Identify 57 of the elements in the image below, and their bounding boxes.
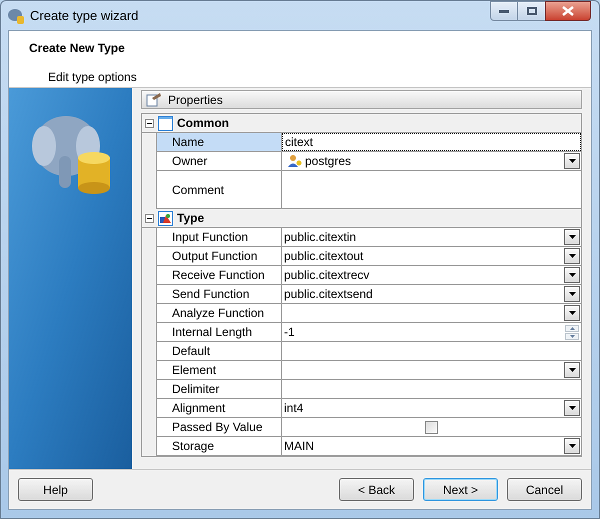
property-label[interactable]: Output Function: [156, 247, 282, 265]
properties-title: Properties: [168, 92, 223, 108]
caret-icon: [568, 235, 576, 239]
property-label[interactable]: Passed By Value: [156, 418, 282, 436]
property-label[interactable]: Name: [156, 133, 282, 151]
property-label[interactable]: Default: [156, 342, 282, 360]
dropdown-button[interactable]: [564, 286, 580, 302]
caret-icon: [568, 159, 576, 163]
property-label[interactable]: Send Function: [156, 285, 282, 303]
window-icon: [158, 116, 173, 130]
elephant-app-icon: [7, 6, 25, 24]
window-title: Create type wizard: [30, 6, 138, 25]
wizard-button[interactable]: Help: [18, 478, 93, 501]
dropdown-button[interactable]: [564, 153, 580, 169]
caret-icon: [568, 311, 576, 315]
property-label[interactable]: Internal Length: [156, 323, 282, 341]
property-label[interactable]: Delimiter: [156, 380, 282, 398]
shapes-icon: [158, 210, 173, 226]
property-label[interactable]: Analyze Function: [156, 304, 282, 322]
header-title: Create New Type: [29, 40, 126, 57]
up-arrow-icon: [570, 326, 574, 330]
caret-icon: [568, 254, 576, 258]
dropdown-button[interactable]: [564, 400, 580, 416]
caret-icon: [568, 444, 576, 448]
properties-icon: [146, 92, 162, 107]
wizard-button[interactable]: < Back: [339, 478, 414, 501]
close-icon: [562, 6, 574, 16]
dropdown-button[interactable]: [564, 229, 580, 245]
dropdown-button[interactable]: [564, 267, 580, 283]
group-title[interactable]: Common: [177, 114, 229, 132]
down-arrow-icon: [570, 334, 574, 338]
dropdown-button[interactable]: [564, 248, 580, 264]
dropdown-button[interactable]: [564, 438, 580, 454]
caret-icon: [568, 273, 576, 277]
property-label[interactable]: Receive Function: [156, 266, 282, 284]
caret-icon: [568, 292, 576, 296]
header-subtitle: Edit type options: [48, 69, 138, 86]
collapse-toggle[interactable]: [145, 214, 154, 222]
wizard-button[interactable]: Cancel: [507, 478, 582, 501]
property-label[interactable]: Storage: [156, 437, 282, 455]
checkbox[interactable]: [425, 420, 438, 434]
property-label[interactable]: Owner: [156, 152, 282, 170]
caret-icon: [568, 406, 576, 410]
property-label[interactable]: Alignment: [156, 399, 282, 417]
property-label[interactable]: Comment: [156, 171, 282, 208]
property-label[interactable]: Input Function: [156, 228, 282, 246]
dropdown-button[interactable]: [564, 362, 580, 378]
dropdown-button[interactable]: [564, 305, 580, 321]
caret-icon: [568, 368, 576, 372]
maximize-button[interactable]: [518, 1, 545, 21]
close-button[interactable]: [545, 1, 591, 21]
group-title[interactable]: Type: [177, 209, 204, 227]
spin-buttons[interactable]: [565, 324, 579, 340]
collapse-toggle[interactable]: [145, 118, 154, 128]
wizard-button[interactable]: Next >: [423, 478, 498, 501]
property-label[interactable]: Element: [156, 361, 282, 379]
minimize-button[interactable]: [490, 1, 518, 21]
